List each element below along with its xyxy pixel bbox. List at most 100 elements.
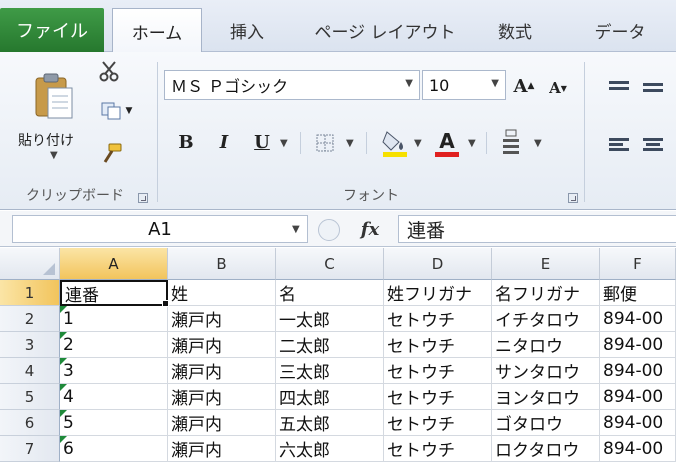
clipboard-launcher-icon[interactable] <box>138 193 148 203</box>
column-header-b[interactable]: B <box>168 248 276 280</box>
cell-e2[interactable]: イチタロウ <box>492 306 600 332</box>
shrink-font-button[interactable]: A ▼ <box>544 74 572 102</box>
tab-data[interactable]: データ <box>575 8 665 52</box>
column-header-f[interactable]: F <box>600 248 676 280</box>
cell-d2[interactable]: セトウチ <box>384 306 492 332</box>
tab-page-layout[interactable]: ページ レイアウト <box>300 8 470 52</box>
format-painter-button[interactable] <box>96 140 126 168</box>
cell-value: 瀬戸内 <box>171 311 222 331</box>
underline-button[interactable]: U <box>248 128 276 156</box>
column-header-c[interactable]: C <box>276 248 384 280</box>
font-launcher-icon[interactable] <box>568 193 578 203</box>
cell-e4[interactable]: サンタロウ <box>492 358 600 384</box>
cell-a5[interactable]: 4 <box>60 384 168 410</box>
cell-e7[interactable]: ロクタロウ <box>492 436 600 462</box>
cell-d4[interactable]: セトウチ <box>384 358 492 384</box>
cell-a7[interactable]: 6 <box>60 436 168 462</box>
font-name-dropdown-icon[interactable]: ▼ <box>405 78 413 89</box>
copy-dropdown-icon[interactable]: ▼ <box>126 106 133 116</box>
column-header-e[interactable]: E <box>492 248 600 280</box>
cell-a2[interactable]: 1 <box>60 306 168 332</box>
row-header-2[interactable]: 2 <box>0 306 60 332</box>
underline-dropdown-icon[interactable]: ▼ <box>280 138 288 149</box>
cell-b6[interactable]: 瀬戸内 <box>168 410 276 436</box>
cell-e3[interactable]: ニタロウ <box>492 332 600 358</box>
cell-b3[interactable]: 瀬戸内 <box>168 332 276 358</box>
cell-d5[interactable]: セトウチ <box>384 384 492 410</box>
align-middle-button[interactable] <box>638 74 668 100</box>
paste-label[interactable]: 貼り付け <box>18 130 74 150</box>
cell-e1[interactable]: 名フリガナ <box>492 280 600 306</box>
cell-f3[interactable]: 894-00 <box>600 332 676 358</box>
cell-c3[interactable]: 二太郎 <box>276 332 384 358</box>
select-all-corner[interactable] <box>0 248 60 280</box>
cell-d6[interactable]: セトウチ <box>384 410 492 436</box>
formula-bar-resize-handle[interactable] <box>318 219 340 241</box>
cell-f2[interactable]: 894-00 <box>600 306 676 332</box>
formula-input[interactable]: 連番 <box>398 215 676 243</box>
column-header-a[interactable]: A <box>60 248 168 280</box>
row-header-7[interactable]: 7 <box>0 436 60 462</box>
bold-button[interactable]: B <box>172 128 200 156</box>
align-top-button[interactable] <box>604 74 634 100</box>
cell-c4[interactable]: 三太郎 <box>276 358 384 384</box>
cell-b7[interactable]: 瀬戸内 <box>168 436 276 462</box>
paste-button[interactable] <box>26 66 82 126</box>
row-header-4[interactable]: 4 <box>0 358 60 384</box>
copy-button[interactable]: ▼ <box>96 98 136 124</box>
row-header-1[interactable]: 1 <box>0 280 60 306</box>
cell-c7[interactable]: 六太郎 <box>276 436 384 462</box>
cell-f4[interactable]: 894-00 <box>600 358 676 384</box>
phonetic-button[interactable] <box>494 126 528 160</box>
italic-button[interactable]: I <box>210 128 238 156</box>
font-name-combo[interactable]: ＭＳ Ｐゴシック ▼ <box>164 70 420 100</box>
row-header-5[interactable]: 5 <box>0 384 60 410</box>
cell-a4[interactable]: 3 <box>60 358 168 384</box>
cell-e5[interactable]: ヨンタロウ <box>492 384 600 410</box>
tab-formulas[interactable]: 数式 <box>480 8 550 52</box>
cell-f6[interactable]: 894-00 <box>600 410 676 436</box>
cell-b4[interactable]: 瀬戸内 <box>168 358 276 384</box>
fill-handle[interactable] <box>162 300 169 307</box>
cell-f5[interactable]: 894-00 <box>600 384 676 410</box>
cell-d7[interactable]: セトウチ <box>384 436 492 462</box>
cell-b2[interactable]: 瀬戸内 <box>168 306 276 332</box>
row-header-3[interactable]: 3 <box>0 332 60 358</box>
cell-b5[interactable]: 瀬戸内 <box>168 384 276 410</box>
tab-file[interactable]: ファイル <box>0 8 104 52</box>
cell-a6[interactable]: 5 <box>60 410 168 436</box>
font-size-combo[interactable]: 10 ▼ <box>422 70 506 100</box>
align-left-button[interactable] <box>604 132 634 158</box>
name-box-dropdown-icon[interactable]: ▼ <box>292 224 300 235</box>
borders-dropdown-icon[interactable]: ▼ <box>346 138 354 149</box>
align-center-button[interactable] <box>638 132 668 158</box>
font-size-dropdown-icon[interactable]: ▼ <box>491 78 499 89</box>
cell-f7[interactable]: 894-00 <box>600 436 676 462</box>
grow-font-button[interactable]: A ▲ <box>510 72 538 100</box>
borders-button[interactable] <box>310 130 340 156</box>
cell-b1[interactable]: 姓 <box>168 280 276 306</box>
cell-d1[interactable]: 姓フリガナ <box>384 280 492 306</box>
cut-button[interactable] <box>94 58 124 84</box>
cell-a3[interactable]: 2 <box>60 332 168 358</box>
cell-e6[interactable]: ゴタロウ <box>492 410 600 436</box>
font-color-dropdown-icon[interactable]: ▼ <box>468 138 476 149</box>
paste-dropdown-icon[interactable]: ▼ <box>50 150 58 161</box>
cell-c2[interactable]: 一太郎 <box>276 306 384 332</box>
cell-c5[interactable]: 四太郎 <box>276 384 384 410</box>
tab-insert[interactable]: 挿入 <box>212 8 282 52</box>
cell-f1[interactable]: 郵便 <box>600 280 676 306</box>
name-box[interactable]: A1 <box>12 215 308 243</box>
font-color-button[interactable]: A <box>430 126 464 160</box>
phonetic-dropdown-icon[interactable]: ▼ <box>534 138 542 149</box>
column-header-d[interactable]: D <box>384 248 492 280</box>
cell-c6[interactable]: 五太郎 <box>276 410 384 436</box>
function-icon[interactable]: fx <box>350 217 390 241</box>
tab-home[interactable]: ホーム <box>112 8 202 53</box>
row-header-6[interactable]: 6 <box>0 410 60 436</box>
cell-c1[interactable]: 名 <box>276 280 384 306</box>
fill-color-dropdown-icon[interactable]: ▼ <box>414 138 422 149</box>
fill-color-button[interactable] <box>378 126 412 160</box>
active-cell-a1[interactable]: 連番 <box>60 280 168 306</box>
cell-d3[interactable]: セトウチ <box>384 332 492 358</box>
